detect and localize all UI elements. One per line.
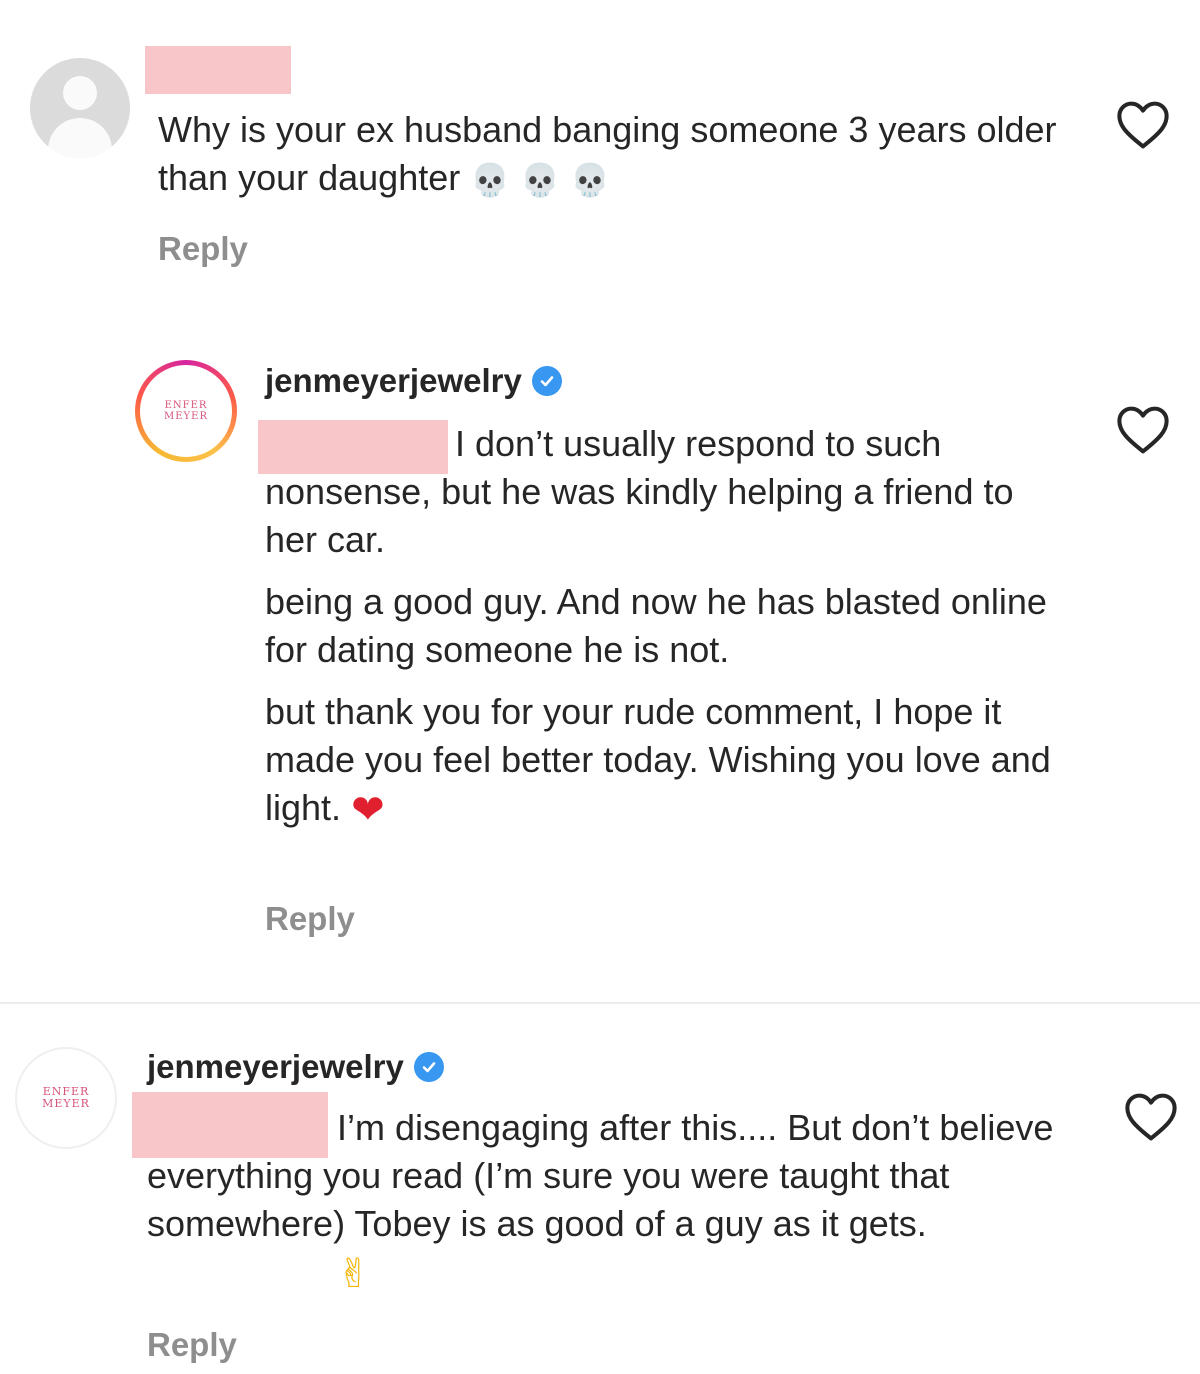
logo-line-1: ENFER [164, 400, 208, 411]
avatar-shoulders-shape [48, 118, 112, 158]
heart-outline-icon[interactable] [1124, 1092, 1178, 1142]
reply-button[interactable]: Reply [158, 230, 248, 268]
skull-emoji: 💀 [569, 162, 610, 199]
victory-hand-emoji: ✌ [337, 1252, 371, 1297]
avatar-head-shape [63, 76, 97, 110]
avatar[interactable]: ENFER MEYER [15, 1047, 117, 1149]
comment-thread-panel: ENFER MEYER jenmeyerjewelry I’m disengag… [0, 1002, 1200, 1374]
avatar-story-ring[interactable]: ENFER MEYER [135, 360, 237, 462]
comment-2-text-block: I don’t usually respond to such nonsense… [265, 420, 1065, 832]
redacted-username [145, 46, 291, 94]
default-avatar-icon[interactable] [30, 58, 130, 158]
reply-button[interactable]: Reply [147, 1326, 237, 1364]
verified-badge-icon [531, 366, 562, 396]
red-heart-emoji: ❤ [351, 788, 385, 833]
brand-logo: ENFER MEYER [164, 400, 208, 422]
comment-1-text-block: Why is your ex husband banging someone 3… [158, 106, 1078, 204]
comment-2-author[interactable]: jenmeyerjewelry [265, 362, 562, 400]
paragraph-text: I’m disengaging after this.... But don’t… [147, 1107, 1054, 1244]
username[interactable]: jenmeyerjewelry [265, 362, 522, 400]
paragraph-text: I don’t usually respond to such nonsense… [265, 423, 1014, 560]
comment-2-paragraph-2: being a good guy. And now he has blasted… [265, 578, 1065, 674]
comment-3-text-block: I’m disengaging after this.... But don’t… [147, 1104, 1077, 1296]
reply-button[interactable]: Reply [265, 900, 355, 938]
logo-line-2: MEYER [42, 1097, 90, 1110]
username[interactable]: jenmeyerjewelry [147, 1048, 404, 1086]
comment-thread-panel: Why is your ex husband banging someone 3… [0, 0, 1200, 1000]
skull-emoji: 💀 [520, 162, 560, 199]
comment-3-paragraph: I’m disengaging after this.... But don’t… [147, 1104, 1077, 1296]
comment-2-paragraph-1: I don’t usually respond to such nonsense… [265, 420, 1065, 564]
paragraph-text: being a good guy. And now he has blasted… [265, 581, 1047, 670]
avatar: ENFER MEYER [140, 365, 232, 457]
heart-outline-icon[interactable] [1116, 405, 1170, 455]
brand-logo: ENFER MEYER [42, 1085, 90, 1110]
comment-2-paragraph-3: but thank you for your rude comment, I h… [265, 688, 1065, 832]
heart-outline-icon[interactable] [1116, 100, 1170, 150]
verified-badge-icon [413, 1052, 444, 1082]
skull-emoji: 💀 [470, 162, 511, 199]
logo-line-2: MEYER [164, 411, 208, 422]
comment-3-author[interactable]: jenmeyerjewelry [147, 1048, 444, 1086]
